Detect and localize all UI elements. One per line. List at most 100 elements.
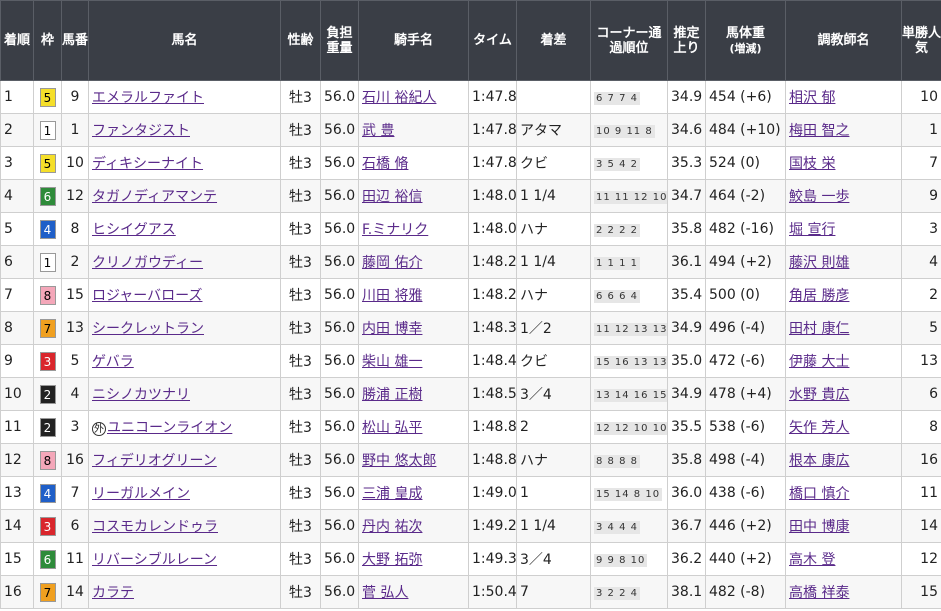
- horse-name-link[interactable]: リーガルメイン: [92, 486, 190, 502]
- trainer-link[interactable]: 藤沢 則雄: [789, 255, 849, 271]
- margin-cell: 7: [516, 575, 591, 609]
- horse-name-link[interactable]: ヒシイグアス: [92, 222, 176, 238]
- corner-cell: 3 4 4 4: [590, 509, 668, 543]
- last-3f-cell: 34.9: [667, 80, 706, 114]
- jockey-link[interactable]: 川田 将雅: [362, 288, 422, 304]
- corner-cell: 11 11 12 10: [590, 179, 668, 213]
- trainer-link[interactable]: 堀 宣行: [789, 222, 835, 238]
- waku-badge: 5: [39, 153, 56, 173]
- table-row: 9 3 5 ゲバラ 牡3 56.0 柴山 雄一 1:48.4 クビ 15 16 13 13 35.0…: [0, 344, 941, 378]
- jockey-link[interactable]: 野中 悠太郎: [362, 453, 436, 469]
- jockey-link[interactable]: 柴山 雄一: [362, 354, 422, 370]
- corner-positions: 3 5 4 2: [594, 158, 640, 171]
- horse-name-link[interactable]: コスモカレンドゥラ: [92, 519, 218, 535]
- jockey-link[interactable]: F.ミナリク: [362, 222, 428, 238]
- time-cell: 1:49.3: [468, 542, 517, 576]
- body-weight-cell: 482 (-16): [705, 212, 786, 246]
- body-weight-cell: 484 (+10): [705, 113, 786, 147]
- horse-name-link[interactable]: クリノガウディー: [92, 255, 203, 271]
- horse-name-link[interactable]: シークレットラン: [92, 321, 204, 337]
- horse-name-link[interactable]: カラテ: [92, 585, 134, 601]
- weight-cell: 56.0: [320, 509, 359, 543]
- horse-name-link[interactable]: ゲバラ: [92, 354, 134, 370]
- horse-name-link[interactable]: ユニコーンライオン: [107, 420, 232, 436]
- trainer-link[interactable]: 国枝 栄: [789, 156, 835, 172]
- trainer-cell: 鮫島 一歩: [785, 179, 902, 213]
- last-3f-cell: 34.9: [667, 311, 706, 345]
- header-time: タイム: [468, 0, 517, 81]
- corner-cell: 15 14 8 10: [590, 476, 668, 510]
- waku-badge: 8: [39, 285, 56, 305]
- body-weight-cell: 538 (-6): [705, 410, 786, 444]
- time-cell: 1:49.0: [468, 476, 517, 510]
- horse-name-link[interactable]: タガノディアマンテ: [92, 189, 217, 205]
- jockey-link[interactable]: 石橋 脩: [362, 156, 408, 172]
- margin-cell: 1: [516, 476, 591, 510]
- trainer-link[interactable]: 伊藤 大士: [789, 354, 849, 370]
- jockey-cell: 勝浦 正樹: [358, 377, 469, 411]
- table-row: 12 8 16 フィデリオグリーン 牡3 56.0 野中 悠太郎 1:48.8 ハナ 8 8 8 …: [0, 443, 941, 477]
- rank-cell: 12: [0, 443, 34, 477]
- trainer-link[interactable]: 矢作 芳人: [789, 420, 849, 436]
- horse-name-cell: ファンタジスト: [88, 113, 281, 147]
- last-3f-cell: 36.7: [667, 509, 706, 543]
- jockey-link[interactable]: 丹内 祐次: [362, 519, 422, 535]
- jockey-link[interactable]: 菅 弘人: [362, 585, 408, 601]
- sex-age-cell: 牡3: [280, 542, 321, 576]
- waku-badge: 5: [39, 87, 56, 107]
- margin-cell: 3／4: [516, 377, 591, 411]
- rank-cell: 3: [0, 146, 34, 180]
- sex-age-cell: 牡3: [280, 377, 321, 411]
- trainer-link[interactable]: 水野 貴広: [789, 387, 849, 403]
- corner-positions: 10 9 11 8: [594, 125, 655, 138]
- trainer-link[interactable]: 高橋 祥泰: [789, 585, 849, 601]
- horse-name-link[interactable]: ファンタジスト: [92, 123, 190, 139]
- horse-name-link[interactable]: エメラルファイト: [92, 90, 204, 106]
- time-cell: 1:48.8: [468, 410, 517, 444]
- waku-cell: 7: [33, 311, 62, 345]
- corner-positions: 3 4 4 4: [594, 521, 640, 534]
- horse-name-link[interactable]: フィデリオグリーン: [92, 453, 217, 469]
- trainer-link[interactable]: 梅田 智之: [789, 123, 849, 139]
- body-weight-cell: 524 (0): [705, 146, 786, 180]
- margin-cell: ハナ: [516, 443, 591, 477]
- trainer-link[interactable]: 橋口 慎介: [789, 486, 849, 502]
- jockey-link[interactable]: 大野 拓弥: [362, 552, 422, 568]
- jockey-link[interactable]: 石川 裕紀人: [362, 90, 436, 106]
- horse-name-link[interactable]: ニシノカツナリ: [92, 387, 190, 403]
- sex-age-cell: 牡3: [280, 80, 321, 114]
- jockey-link[interactable]: 内田 博幸: [362, 321, 422, 337]
- header-jockey: 騎手名: [358, 0, 469, 81]
- popularity-cell: 12: [901, 542, 941, 576]
- horse-number-cell: 6: [61, 509, 89, 543]
- jockey-link[interactable]: 松山 弘平: [362, 420, 422, 436]
- jockey-link[interactable]: 田辺 裕信: [362, 189, 422, 205]
- waku-cell: 8: [33, 443, 62, 477]
- popularity-cell: 16: [901, 443, 941, 477]
- trainer-link[interactable]: 田中 博康: [789, 519, 849, 535]
- trainer-link[interactable]: 鮫島 一歩: [789, 189, 849, 205]
- margin-cell: 1／2: [516, 311, 591, 345]
- body-weight-cell: 478 (+4): [705, 377, 786, 411]
- horse-name-link[interactable]: ロジャーバローズ: [92, 288, 202, 304]
- rank-cell: 16: [0, 575, 34, 609]
- last-3f-cell: 34.7: [667, 179, 706, 213]
- time-cell: 1:48.0: [468, 179, 517, 213]
- jockey-link[interactable]: 三浦 皇成: [362, 486, 422, 502]
- jockey-link[interactable]: 勝浦 正樹: [362, 387, 422, 403]
- horse-name-link[interactable]: リバーシブルレーン: [92, 552, 217, 568]
- corner-positions: 15 14 8 10: [594, 488, 663, 501]
- jockey-link[interactable]: 藤岡 佑介: [362, 255, 422, 271]
- trainer-link[interactable]: 角居 勝彦: [789, 288, 849, 304]
- body-weight-cell: 496 (-4): [705, 311, 786, 345]
- trainer-link[interactable]: 相沢 郁: [789, 90, 835, 106]
- jockey-link[interactable]: 武 豊: [362, 123, 394, 139]
- sex-age-cell: 牡3: [280, 509, 321, 543]
- trainer-link[interactable]: 高木 登: [789, 552, 835, 568]
- weight-cell: 56.0: [320, 80, 359, 114]
- weight-cell: 56.0: [320, 179, 359, 213]
- horse-name-cell: 外ユニコーンライオン: [88, 410, 281, 444]
- trainer-link[interactable]: 田村 康仁: [789, 321, 849, 337]
- horse-name-link[interactable]: ディキシーナイト: [92, 156, 203, 172]
- trainer-link[interactable]: 根本 康広: [789, 453, 849, 469]
